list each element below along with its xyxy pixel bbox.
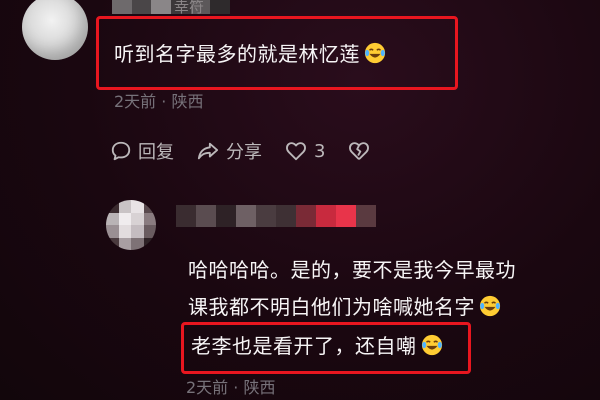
comment-text-content: 听到名字最多的就是林忆莲 [114,42,360,66]
reply-meta: 2天前 · 陕西 [186,378,276,397]
username-partial: 幸符 [174,0,205,16]
reply-line-content: 课我都不明白他们为啥喊她名字 [188,295,475,319]
reply-line: 哈哈哈哈。是的，要不是我今早最功 [188,258,516,282]
reply-line-content: 老李也是看开了，还自嘲 [191,334,417,358]
comment-actions: 回复 分享 3 [110,138,371,164]
avatar[interactable] [22,0,88,60]
laughing-tears-emoji-icon [364,42,386,64]
laughing-tears-emoji-icon [479,295,501,317]
like-count: 3 [314,140,326,162]
comment-text: 听到名字最多的就是林忆莲 [114,38,386,67]
share-icon [197,142,219,160]
share-button[interactable]: 分享 [196,138,262,164]
laughing-tears-emoji-icon [421,334,442,356]
broken-heart-icon [349,142,370,160]
reply-button[interactable]: 回复 [110,138,174,164]
dislike-button[interactable] [347,140,371,162]
heart-icon [286,142,306,161]
share-label: 分享 [226,142,262,163]
reply-label: 回复 [138,142,174,163]
reply-icon [111,141,131,161]
reply-line: 课我都不明白他们为啥喊她名字 [188,291,501,320]
username-mosaic [112,0,231,14]
comment-meta: 2天前 · 陕西 [114,92,204,111]
reply-line: 老李也是看开了，还自嘲 [191,330,443,359]
reply-avatar[interactable] [106,200,156,250]
like-button[interactable]: 3 [284,140,325,162]
reply-username-mosaic [176,205,376,227]
